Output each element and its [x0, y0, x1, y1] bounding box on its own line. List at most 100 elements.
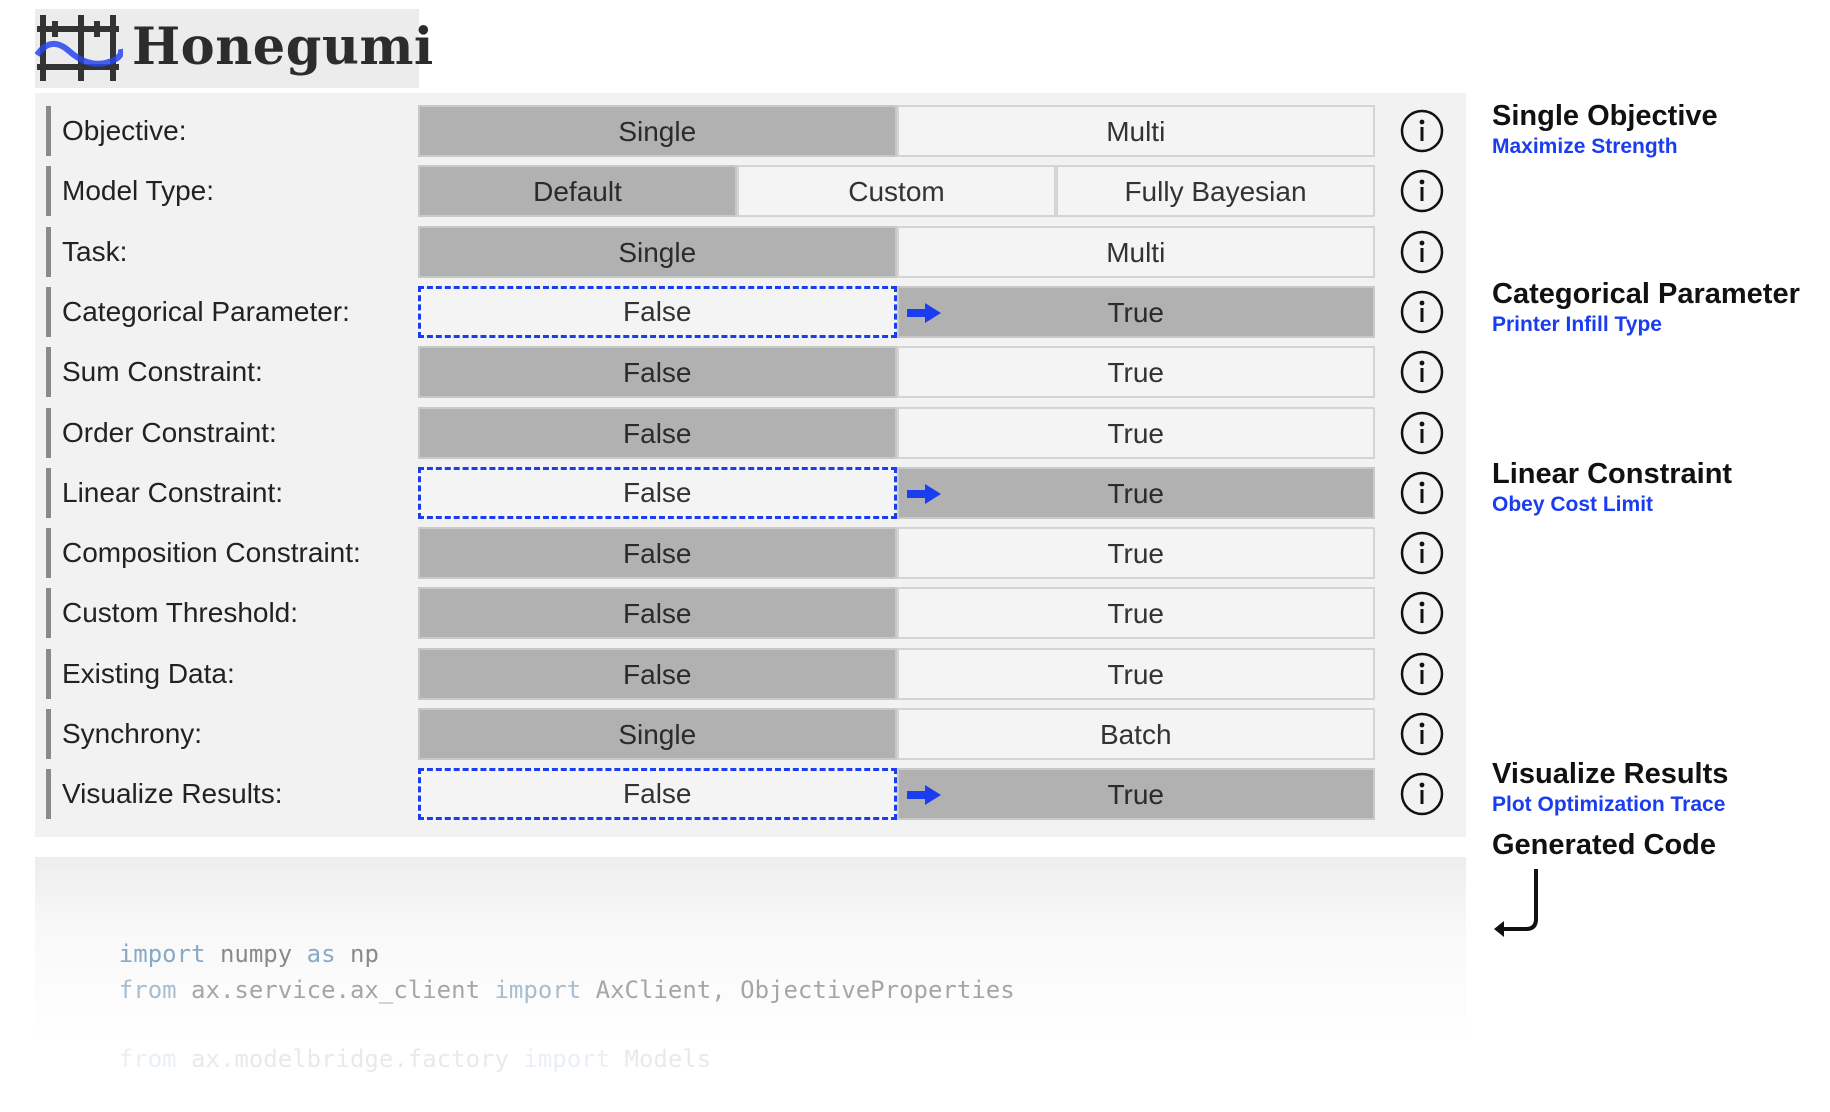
option-toggle-group: False True	[418, 466, 1375, 519]
option-button-label: False	[623, 357, 692, 389]
option-button[interactable]: Custom	[737, 165, 1056, 218]
option-row-label: Custom Threshold:	[46, 588, 386, 639]
option-row: Custom Threshold: False True	[35, 587, 1466, 640]
info-icon[interactable]	[1399, 771, 1445, 817]
option-button-label: Multi	[1106, 236, 1166, 268]
option-toggle-group: False True	[418, 527, 1375, 580]
app-title: Honegumi	[132, 17, 434, 77]
option-button-label: True	[1107, 538, 1165, 570]
option-button[interactable]: Single	[418, 708, 897, 760]
code-keyword: from	[118, 976, 177, 1004]
option-button[interactable]: Multi	[896, 105, 1375, 157]
option-row-label: Objective:	[46, 106, 386, 156]
option-row-label: Categorical Parameter:	[46, 286, 386, 337]
info-icon[interactable]	[1399, 470, 1445, 516]
option-row-label: Order Constraint:	[46, 407, 386, 458]
option-button-label: False	[623, 778, 692, 810]
option-row: Categorical Parameter: False True	[35, 285, 1466, 338]
option-button[interactable]: True	[896, 587, 1375, 640]
option-button-label: False	[623, 658, 692, 690]
option-row: Existing Data: False True	[35, 647, 1466, 700]
option-button-label: Single	[618, 236, 697, 268]
honegumi-logo-icon	[35, 9, 123, 88]
option-row-label: Synchrony:	[46, 709, 386, 759]
option-button[interactable]: False	[418, 406, 897, 459]
code-text: ax.modelbridge.factory	[176, 1045, 524, 1073]
option-button[interactable]: False	[418, 285, 897, 338]
option-button-label: True	[1107, 658, 1165, 690]
info-icon[interactable]	[1399, 349, 1445, 395]
option-row: Objective: Single Multi	[35, 105, 1466, 157]
annotation-title: Generated Code	[1492, 829, 1716, 861]
annotation-title: Categorical Parameter	[1492, 278, 1800, 310]
option-button[interactable]: False	[418, 587, 897, 640]
annotation-subtitle: Printer Infill Type	[1492, 313, 1662, 336]
code-line: from ax.modelbridge.factory import Model…	[61, 1017, 711, 1101]
code-keyword: import	[494, 976, 582, 1004]
annotation-title: Single Objective	[1492, 100, 1718, 132]
option-button[interactable]: False	[418, 466, 897, 519]
option-button-label: False	[623, 538, 692, 570]
option-button[interactable]: Single	[418, 105, 897, 157]
option-button[interactable]: Default	[418, 165, 737, 218]
option-row: Composition Constraint: False True	[35, 527, 1466, 580]
code-keyword: from	[118, 1045, 177, 1073]
option-row-label: Model Type:	[46, 166, 386, 217]
option-button[interactable]: Fully Bayesian	[1056, 165, 1375, 218]
option-button-label: Single	[618, 719, 697, 750]
option-row: Synchrony: Single Batch	[35, 708, 1466, 760]
info-icon[interactable]	[1399, 108, 1445, 154]
option-button[interactable]: True	[896, 346, 1375, 399]
option-button-label: True	[1107, 296, 1165, 328]
option-toggle-group: Single Batch	[418, 708, 1375, 760]
option-button[interactable]: True	[896, 647, 1375, 700]
option-button-label: False	[623, 295, 692, 327]
option-button[interactable]: True	[896, 527, 1375, 580]
option-toggle-group: False True	[418, 647, 1375, 700]
info-icon[interactable]	[1399, 410, 1445, 456]
annotation-linear-constraint: Linear Constraint Obey Cost Limit	[1492, 458, 1732, 517]
info-icon[interactable]	[1399, 168, 1445, 214]
app-logo[interactable]: Honegumi	[35, 9, 433, 88]
code-text: AxClient, ObjectiveProperties	[581, 976, 1015, 1004]
option-button[interactable]: Multi	[896, 225, 1375, 278]
option-button[interactable]: Single	[418, 225, 897, 278]
option-toggle-group: Single Multi	[418, 225, 1375, 278]
option-row: Order Constraint: False True	[35, 406, 1466, 459]
option-button[interactable]: True	[896, 406, 1375, 459]
info-icon[interactable]	[1399, 711, 1445, 757]
option-button-label: Multi	[1106, 116, 1166, 147]
option-row: Task: Single Multi	[35, 225, 1466, 278]
arrow-right-icon	[906, 483, 941, 504]
option-button[interactable]: False	[418, 768, 897, 821]
option-button[interactable]: True	[896, 285, 1375, 338]
annotation-single-objective: Single Objective Maximize Strength	[1492, 100, 1718, 159]
option-button[interactable]: False	[418, 346, 897, 399]
info-icon[interactable]	[1399, 289, 1445, 335]
annotation-subtitle: Maximize Strength	[1492, 135, 1678, 158]
info-icon[interactable]	[1399, 229, 1445, 275]
option-button[interactable]: True	[896, 466, 1375, 519]
info-icon[interactable]	[1399, 530, 1445, 576]
annotation-title: Linear Constraint	[1492, 458, 1733, 490]
option-button-label: Custom	[848, 176, 945, 208]
option-toggle-group: False True	[418, 587, 1375, 640]
info-icon[interactable]	[1399, 590, 1445, 636]
generated-code-preview[interactable]: import numpy as np from ax.service.ax_cl…	[35, 857, 1466, 1073]
option-toggle-group: False True	[418, 346, 1375, 399]
option-row: Model Type: Default Custom Fully Bayesian	[35, 165, 1466, 218]
annotation-categorical-parameter: Categorical Parameter Printer Infill Typ…	[1492, 278, 1800, 337]
annotation-subtitle: Obey Cost Limit	[1492, 493, 1654, 516]
option-row-label: Sum Constraint:	[46, 347, 386, 398]
annotation-subtitle: Plot Optimization Trace	[1492, 793, 1726, 816]
option-button[interactable]: True	[896, 768, 1375, 821]
return-arrow-icon	[1494, 869, 1538, 937]
option-button[interactable]: False	[418, 527, 897, 580]
option-button[interactable]: Batch	[896, 708, 1375, 760]
option-button[interactable]: False	[418, 647, 897, 700]
option-toggle-group: Single Multi	[418, 105, 1375, 157]
info-icon[interactable]	[1399, 651, 1445, 697]
option-button-label: Batch	[1099, 719, 1172, 750]
code-text: ax.service.ax_client	[176, 976, 495, 1004]
option-button-label: Single	[618, 116, 697, 147]
